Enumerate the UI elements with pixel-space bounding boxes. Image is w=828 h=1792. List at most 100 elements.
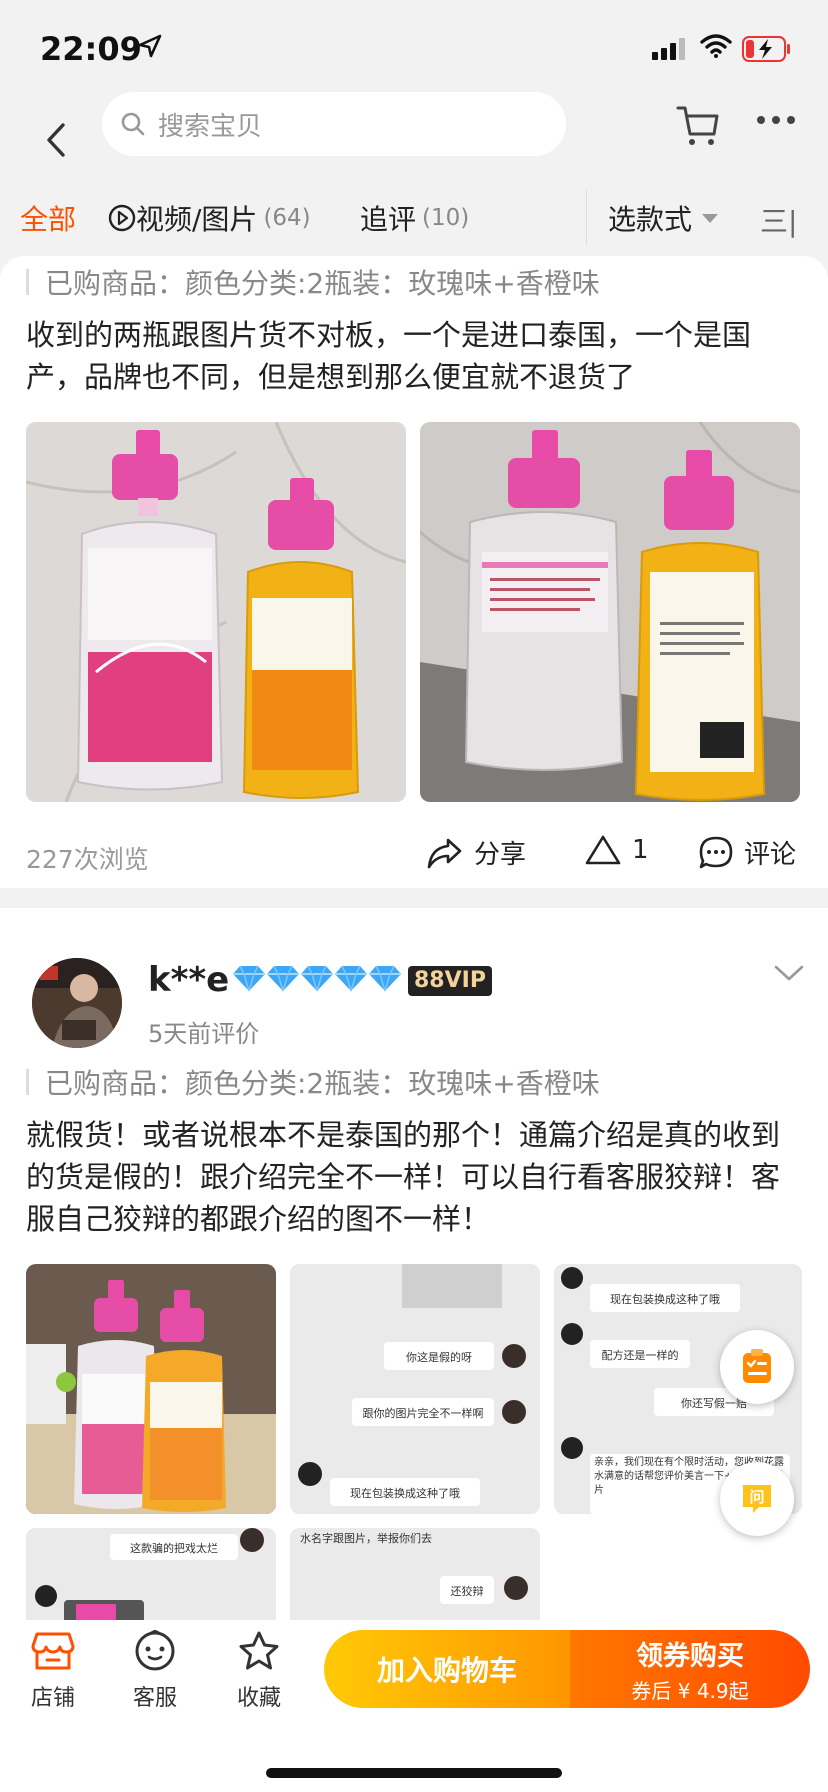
comment-label: 评论 bbox=[744, 840, 797, 870]
search-input[interactable]: 搜索宝贝 bbox=[102, 92, 566, 156]
chat-message: 还狡辩 bbox=[451, 1584, 484, 1598]
storefront-icon bbox=[31, 1632, 75, 1670]
favorite-label: 收藏 bbox=[236, 1686, 281, 1711]
svg-text:问: 问 bbox=[749, 1488, 764, 1506]
ask-question-float-button[interactable]: 问 bbox=[720, 1462, 794, 1536]
review-text: 就假货！或者说根本不是泰国的那个！通篇介绍是真的收到的货是假的！跟介绍完全不一样… bbox=[26, 1118, 781, 1236]
tab-followup-label: 追评 bbox=[360, 203, 417, 236]
avatar-image bbox=[32, 958, 122, 1048]
cellular-signal-icon bbox=[652, 38, 685, 60]
ask-question-icon: 问 bbox=[743, 1485, 771, 1513]
diamond-icon bbox=[233, 965, 265, 992]
location-arrow-icon bbox=[138, 34, 162, 58]
chat-message: 这款骗的把戏太烂 bbox=[130, 1541, 218, 1555]
chevron-left-icon bbox=[47, 123, 65, 157]
purchased-item-text: 已购商品：颜色分类:2瓶装：玫瑰味+香橙味 bbox=[45, 1067, 600, 1100]
chevron-down-icon[interactable] bbox=[774, 964, 804, 982]
more-options-icon[interactable] bbox=[756, 114, 796, 126]
purchased-item-info: 已购商品：颜色分类:2瓶装：玫瑰味+香橙味 bbox=[26, 1062, 600, 1102]
diamond-icon bbox=[267, 965, 299, 992]
tab-all[interactable]: 全部 bbox=[20, 198, 76, 238]
review-date: 5天前评价 bbox=[148, 1020, 260, 1048]
battery-low-charging-icon bbox=[742, 36, 790, 62]
tab-followup[interactable]: 追评 (10) bbox=[360, 198, 469, 238]
purchase-divider bbox=[26, 269, 29, 295]
back-button[interactable] bbox=[36, 112, 76, 168]
coupon-buy-button[interactable]: 领券购买 券后 ¥ 4.9起 bbox=[570, 1630, 810, 1708]
view-count: 227次浏览 bbox=[26, 845, 149, 874]
chat-screenshot-image: 这款骗的把戏太烂 bbox=[26, 1528, 276, 1628]
bottles-back-photo-image bbox=[420, 422, 800, 802]
style-filter-dropdown[interactable]: 选款式 bbox=[608, 198, 719, 238]
review-card: 已购商品：颜色分类:2瓶装：玫瑰味+香橙味 收到的两瓶跟图片货不对板，一个是进口… bbox=[0, 256, 828, 888]
star-icon bbox=[239, 1631, 279, 1670]
share-label: 分享 bbox=[474, 840, 527, 870]
review-card: k**e 88VIP 5天前评价 已购商品：颜色分类:2瓶装：玫瑰味+香橙味 就… bbox=[0, 908, 828, 1628]
customer-service-face-icon bbox=[135, 1630, 175, 1671]
like-count: 1 bbox=[632, 835, 649, 865]
chat-screenshot[interactable]: 这款骗的把戏太烂 bbox=[26, 1528, 276, 1628]
bottles-table-photo-image bbox=[26, 1264, 276, 1514]
share-button[interactable]: 分享 bbox=[426, 834, 526, 871]
username: k**e bbox=[148, 960, 230, 1000]
status-time: 22:09 bbox=[40, 30, 142, 68]
purchased-item-text: 已购商品：颜色分类:2瓶装：玫瑰味+香橙味 bbox=[45, 267, 600, 300]
review-photo[interactable] bbox=[420, 422, 800, 802]
chat-screenshot-image: 你这是假的呀 跟你的图片完全不一样啊 现在包装换成这种了哦 bbox=[290, 1264, 540, 1514]
shopping-cart-icon[interactable] bbox=[676, 104, 720, 148]
buy-price-label: 券后 ¥ 4.9起 bbox=[631, 1679, 749, 1703]
comment-bubble-icon bbox=[699, 836, 733, 868]
chat-message: 水名字跟图片，举报你们去 bbox=[300, 1531, 432, 1545]
shop-button[interactable]: 店铺 bbox=[18, 1630, 88, 1712]
service-label: 客服 bbox=[132, 1686, 177, 1711]
chat-screenshot[interactable]: 你这是假的呀 跟你的图片完全不一样啊 现在包装换成这种了哦 bbox=[290, 1264, 540, 1514]
diamond-icon bbox=[335, 965, 367, 992]
review-text: 收到的两瓶跟图片货不对板，一个是进口泰国，一个是国产，品牌也不同，但是想到那么便… bbox=[26, 318, 752, 394]
review-photo[interactable] bbox=[26, 422, 406, 802]
buy-label: 领券购买 bbox=[636, 1641, 744, 1672]
tab-followup-count: (10) bbox=[422, 205, 470, 231]
filter-tabs: 全部 视频/图片 (64) 追评 (10) 选款式 三| bbox=[0, 190, 828, 252]
review-photo[interactable] bbox=[26, 1264, 276, 1514]
search-icon bbox=[121, 112, 145, 136]
home-indicator bbox=[266, 1768, 562, 1778]
triangle-like-icon bbox=[585, 835, 621, 865]
status-bar: 22:09 bbox=[0, 0, 828, 96]
shop-label: 店铺 bbox=[30, 1686, 75, 1711]
wifi-icon bbox=[700, 34, 732, 58]
search-placeholder: 搜索宝贝 bbox=[158, 111, 263, 142]
customer-service-button[interactable]: 客服 bbox=[120, 1630, 190, 1712]
review-page: 22:09 搜索宝贝 全部 视频/图片 (64) 追评 (10) 选款式 三| … bbox=[0, 0, 828, 1792]
vip-badge: 88VIP bbox=[408, 966, 492, 996]
purchase-divider bbox=[26, 1069, 29, 1095]
review-stats: 227次浏览 分享 1 评论 bbox=[0, 826, 828, 886]
sort-button[interactable]: 三| bbox=[760, 200, 797, 240]
caret-down-icon bbox=[702, 213, 719, 223]
bottom-action-bar: 店铺 客服 收藏 加入购物车 领券购买 券后 ¥ 4.9起 bbox=[0, 1620, 828, 1792]
like-button[interactable]: 1 bbox=[584, 834, 649, 866]
favorite-button[interactable]: 收藏 bbox=[224, 1630, 294, 1712]
bottles-photo-image bbox=[26, 422, 406, 802]
tab-video-photo[interactable]: 视频/图片 (64) bbox=[108, 198, 311, 238]
chat-message: 你这是假的呀 bbox=[406, 1350, 472, 1364]
style-filter-label: 选款式 bbox=[608, 203, 693, 236]
tab-video-label: 视频/图片 bbox=[136, 203, 258, 236]
chat-message: 跟你的图片完全不一样啊 bbox=[363, 1406, 484, 1420]
tab-divider bbox=[586, 190, 587, 246]
chat-screenshot-image: 水名字跟图片，举报你们去 还狡辩 bbox=[290, 1528, 540, 1628]
diamond-icon bbox=[369, 965, 401, 992]
diamond-icon bbox=[301, 965, 333, 992]
play-circle-icon bbox=[108, 204, 136, 232]
chat-screenshot[interactable]: 水名字跟图片，举报你们去 还狡辩 bbox=[290, 1528, 540, 1628]
chat-message: 现在包装换成这种了哦 bbox=[610, 1292, 720, 1306]
comment-button[interactable]: 评论 bbox=[698, 834, 796, 871]
diamond-level-badges bbox=[232, 964, 402, 992]
add-to-cart-button[interactable]: 加入购物车 bbox=[324, 1630, 570, 1708]
purchased-item-info: 已购商品：颜色分类:2瓶装：玫瑰味+香橙味 bbox=[26, 262, 600, 302]
share-arrow-icon bbox=[427, 838, 462, 868]
chat-message: 配方还是一样的 bbox=[602, 1348, 679, 1362]
chat-message: 现在包装换成这种了哦 bbox=[350, 1486, 460, 1500]
tab-video-count: (64) bbox=[263, 205, 311, 231]
avatar[interactable] bbox=[32, 958, 122, 1048]
checklist-float-button[interactable] bbox=[720, 1330, 794, 1404]
